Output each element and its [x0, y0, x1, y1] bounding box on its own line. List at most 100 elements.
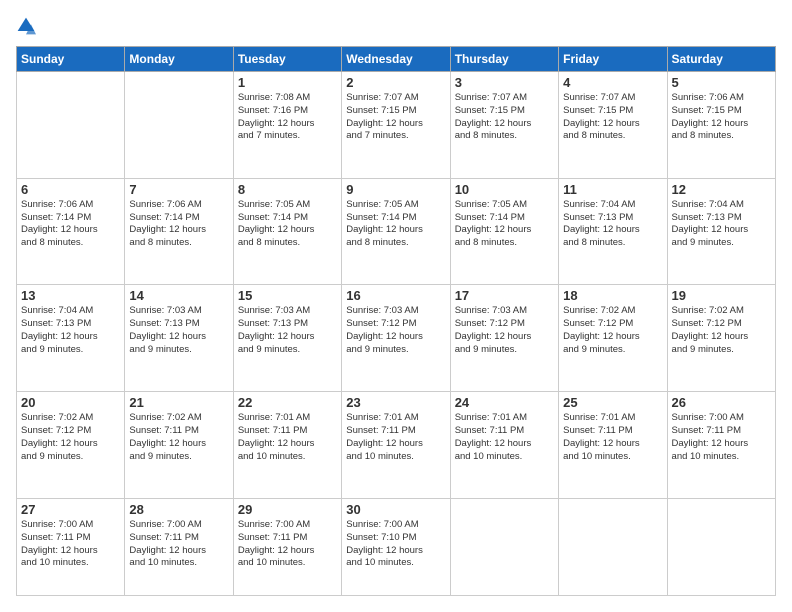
day-info: Sunrise: 7:03 AM Sunset: 7:12 PM Dayligh… — [346, 305, 445, 356]
day-number: 18 — [563, 288, 662, 303]
calendar-cell: 28Sunrise: 7:00 AM Sunset: 7:11 PM Dayli… — [125, 498, 233, 595]
calendar-cell: 25Sunrise: 7:01 AM Sunset: 7:11 PM Dayli… — [559, 392, 667, 499]
day-number: 21 — [129, 395, 228, 410]
calendar-cell: 7 Sunrise: 7:06 AM Sunset: 7:14 PM Daylig… — [125, 178, 233, 285]
day-info: Sunrise: 7:06 AM Sunset: 7:14 PM Dayligh… — [129, 199, 228, 250]
calendar-cell — [125, 72, 233, 179]
header-cell-friday: Friday — [559, 47, 667, 72]
page: SundayMondayTuesdayWednesdayThursdayFrid… — [0, 0, 792, 612]
logo — [16, 16, 40, 36]
logo-icon — [16, 16, 36, 36]
day-number: 15 — [238, 288, 337, 303]
day-number: 19 — [672, 288, 771, 303]
calendar-cell: 22Sunrise: 7:01 AM Sunset: 7:11 PM Dayli… — [233, 392, 341, 499]
calendar-cell: 20 Sunrise: 7:02 AM Sunset: 7:12 PM Dayli… — [17, 392, 125, 499]
calendar-body: 1 Sunrise: 7:08 AM Sunset: 7:16 PM Daylig… — [17, 72, 776, 596]
day-number: 6 — [21, 182, 120, 197]
calendar-cell: 1 Sunrise: 7:08 AM Sunset: 7:16 PM Daylig… — [233, 72, 341, 179]
day-number: 20 — [21, 395, 120, 410]
calendar-week-2: 13 Sunrise: 7:04 AM Sunset: 7:13 PM Dayli… — [17, 285, 776, 392]
calendar-cell: 27Sunrise: 7:00 AM Sunset: 7:11 PM Dayli… — [17, 498, 125, 595]
calendar-cell — [559, 498, 667, 595]
day-info: Sunrise: 7:06 AM Sunset: 7:15 PM Dayligh… — [672, 92, 771, 143]
header-cell-thursday: Thursday — [450, 47, 558, 72]
header-cell-wednesday: Wednesday — [342, 47, 450, 72]
header-cell-sunday: Sunday — [17, 47, 125, 72]
calendar-table: SundayMondayTuesdayWednesdayThursdayFrid… — [16, 46, 776, 596]
calendar-cell: 5 Sunrise: 7:06 AM Sunset: 7:15 PM Daylig… — [667, 72, 775, 179]
day-info: Sunrise: 7:08 AM Sunset: 7:16 PM Dayligh… — [238, 92, 337, 143]
day-number: 14 — [129, 288, 228, 303]
day-number: 17 — [455, 288, 554, 303]
day-number: 5 — [672, 75, 771, 90]
calendar-cell: 23 Sunrise: 7:01 AM Sunset: 7:11 PM Dayli… — [342, 392, 450, 499]
day-info: Sunrise: 7:05 AM Sunset: 7:14 PM Dayligh… — [346, 199, 445, 250]
day-number: 30 — [346, 502, 445, 517]
day-number: 28 — [129, 502, 228, 517]
calendar-cell: 26 Sunrise: 7:00 AM Sunset: 7:11 PM Dayli… — [667, 392, 775, 499]
day-info: Sunrise: 7:05 AM Sunset: 7:14 PM Dayligh… — [455, 199, 554, 250]
day-info: Sunrise: 7:06 AM Sunset: 7:14 PM Dayligh… — [21, 199, 120, 250]
calendar-cell: 29 Sunrise: 7:00 AM Sunset: 7:11 PM Dayli… — [233, 498, 341, 595]
day-info: Sunrise: 7:03 AM Sunset: 7:12 PM Dayligh… — [455, 305, 554, 356]
day-number: 23 — [346, 395, 445, 410]
day-info: Sunrise: 7:00 AM Sunset: 7:11 PM Dayligh… — [238, 519, 337, 570]
day-info: Sunrise: 7:01 AM Sunset: 7:11 PM Dayligh… — [346, 412, 445, 463]
day-number: 26 — [672, 395, 771, 410]
day-info: Sunrise: 7:04 AM Sunset: 7:13 PM Dayligh… — [672, 199, 771, 250]
day-info: Sunrise: 7:07 AM Sunset: 7:15 PM Dayligh… — [455, 92, 554, 143]
header — [16, 16, 776, 36]
calendar-week-1: 6 Sunrise: 7:06 AM Sunset: 7:14 PM Daylig… — [17, 178, 776, 285]
day-number: 10 — [455, 182, 554, 197]
calendar-cell: 24 Sunrise: 7:01 AM Sunset: 7:11 PM Dayli… — [450, 392, 558, 499]
day-number: 2 — [346, 75, 445, 90]
calendar-cell: 21Sunrise: 7:02 AM Sunset: 7:11 PM Dayli… — [125, 392, 233, 499]
day-number: 12 — [672, 182, 771, 197]
calendar-cell: 16 Sunrise: 7:03 AM Sunset: 7:12 PM Dayli… — [342, 285, 450, 392]
day-number: 16 — [346, 288, 445, 303]
calendar-cell — [667, 498, 775, 595]
calendar-cell: 2Sunrise: 7:07 AM Sunset: 7:15 PM Daylig… — [342, 72, 450, 179]
day-number: 3 — [455, 75, 554, 90]
day-number: 24 — [455, 395, 554, 410]
day-number: 8 — [238, 182, 337, 197]
calendar-week-3: 20 Sunrise: 7:02 AM Sunset: 7:12 PM Dayli… — [17, 392, 776, 499]
day-number: 1 — [238, 75, 337, 90]
day-info: Sunrise: 7:01 AM Sunset: 7:11 PM Dayligh… — [455, 412, 554, 463]
calendar-cell: 3 Sunrise: 7:07 AM Sunset: 7:15 PM Daylig… — [450, 72, 558, 179]
day-info: Sunrise: 7:03 AM Sunset: 7:13 PM Dayligh… — [129, 305, 228, 356]
day-info: Sunrise: 7:00 AM Sunset: 7:11 PM Dayligh… — [672, 412, 771, 463]
day-info: Sunrise: 7:04 AM Sunset: 7:13 PM Dayligh… — [21, 305, 120, 356]
day-info: Sunrise: 7:01 AM Sunset: 7:11 PM Dayligh… — [238, 412, 337, 463]
day-number: 7 — [129, 182, 228, 197]
day-info: Sunrise: 7:02 AM Sunset: 7:12 PM Dayligh… — [21, 412, 120, 463]
calendar-cell: 10 Sunrise: 7:05 AM Sunset: 7:14 PM Dayli… — [450, 178, 558, 285]
header-cell-monday: Monday — [125, 47, 233, 72]
header-cell-saturday: Saturday — [667, 47, 775, 72]
calendar-cell: 18 Sunrise: 7:02 AM Sunset: 7:12 PM Dayli… — [559, 285, 667, 392]
calendar-cell: 9 Sunrise: 7:05 AM Sunset: 7:14 PM Daylig… — [342, 178, 450, 285]
calendar-cell: 6 Sunrise: 7:06 AM Sunset: 7:14 PM Daylig… — [17, 178, 125, 285]
calendar-cell: 30 Sunrise: 7:00 AM Sunset: 7:10 PM Dayli… — [342, 498, 450, 595]
day-info: Sunrise: 7:00 AM Sunset: 7:10 PM Dayligh… — [346, 519, 445, 570]
day-number: 9 — [346, 182, 445, 197]
day-info: Sunrise: 7:00 AM Sunset: 7:11 PM Dayligh… — [21, 519, 120, 570]
day-number: 13 — [21, 288, 120, 303]
calendar-cell: 8Sunrise: 7:05 AM Sunset: 7:14 PM Daylig… — [233, 178, 341, 285]
day-info: Sunrise: 7:03 AM Sunset: 7:13 PM Dayligh… — [238, 305, 337, 356]
day-info: Sunrise: 7:04 AM Sunset: 7:13 PM Dayligh… — [563, 199, 662, 250]
calendar-cell: 14 Sunrise: 7:03 AM Sunset: 7:13 PM Dayli… — [125, 285, 233, 392]
calendar-cell: 12 Sunrise: 7:04 AM Sunset: 7:13 PM Dayli… — [667, 178, 775, 285]
day-info: Sunrise: 7:02 AM Sunset: 7:12 PM Dayligh… — [563, 305, 662, 356]
calendar-cell — [17, 72, 125, 179]
day-number: 29 — [238, 502, 337, 517]
day-number: 4 — [563, 75, 662, 90]
calendar-week-0: 1 Sunrise: 7:08 AM Sunset: 7:16 PM Daylig… — [17, 72, 776, 179]
day-info: Sunrise: 7:02 AM Sunset: 7:12 PM Dayligh… — [672, 305, 771, 356]
calendar-cell: 19 Sunrise: 7:02 AM Sunset: 7:12 PM Dayli… — [667, 285, 775, 392]
day-number: 25 — [563, 395, 662, 410]
calendar-cell: 17 Sunrise: 7:03 AM Sunset: 7:12 PM Dayli… — [450, 285, 558, 392]
day-number: 11 — [563, 182, 662, 197]
header-cell-tuesday: Tuesday — [233, 47, 341, 72]
calendar-cell: 15 Sunrise: 7:03 AM Sunset: 7:13 PM Dayli… — [233, 285, 341, 392]
